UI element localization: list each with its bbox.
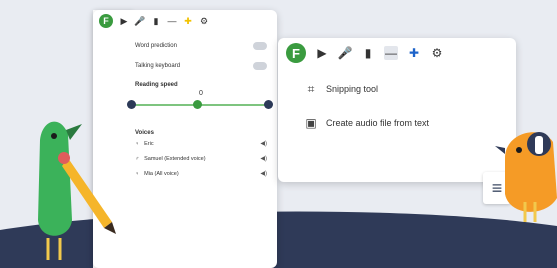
talking-keyboard-row: Talking keyboard xyxy=(131,56,277,76)
voice-label: Mia (All voice) xyxy=(144,170,179,177)
app-logo-icon[interactable]: F xyxy=(99,14,113,28)
speaker-icon[interactable]: ◀) xyxy=(260,140,267,147)
reading-speed-title: Reading speed xyxy=(135,82,178,88)
speaker-icon[interactable]: ◀) xyxy=(260,170,267,177)
speaker-icon[interactable]: ◀) xyxy=(260,155,267,162)
voice-item[interactable]: ♀ Mia (All voice) ◀) xyxy=(131,166,277,181)
voice-icon: ♀ xyxy=(135,140,140,147)
language-flag-icon[interactable]: ✚ xyxy=(407,46,421,60)
orange-bird-illustration xyxy=(495,132,557,222)
microphone-icon[interactable]: 🎤 xyxy=(134,16,145,26)
reading-speed-slider[interactable]: 0 xyxy=(127,90,273,114)
voice-item[interactable]: ♀ Eric ◀) xyxy=(131,136,277,151)
play-icon[interactable]: ▶ xyxy=(119,16,129,26)
create-audio-label: Create audio file from text xyxy=(326,118,430,128)
app-logo-icon[interactable]: F xyxy=(286,43,306,63)
gear-icon[interactable]: ⚙ xyxy=(430,46,444,60)
talking-keyboard-toggle[interactable] xyxy=(253,62,267,70)
voice-label: Samuel (Extended voice) xyxy=(144,155,206,162)
language-flag-icon[interactable]: ✚ xyxy=(183,16,193,26)
panel-toolbar: F ▶ 🎤 ▮ — ✚ ⚙ xyxy=(93,10,277,32)
crop-icon: ⌗ xyxy=(307,81,315,96)
document-icon[interactable]: ▮ xyxy=(361,46,375,60)
reading-speed-value: 0 xyxy=(199,90,203,97)
snipping-tool-label: Snipping tool xyxy=(326,84,379,94)
document-icon[interactable]: ▮ xyxy=(151,16,161,26)
minus-icon[interactable]: — xyxy=(384,46,398,60)
word-prediction-toggle[interactable] xyxy=(253,42,267,50)
slider-max-knob[interactable] xyxy=(264,100,273,109)
slider-handle[interactable] xyxy=(193,100,202,109)
voice-icon: ♂ xyxy=(135,155,140,162)
gear-icon[interactable]: ⚙ xyxy=(199,16,209,26)
snipping-tool-item[interactable]: ⌗ Snipping tool xyxy=(304,82,378,96)
voice-item[interactable]: ♂ Samuel (Extended voice) ◀) xyxy=(131,151,277,166)
word-prediction-row: Word prediction xyxy=(131,36,277,56)
popup-toolbar: F ▶ 🎤 ▮ — ✚ ⚙ xyxy=(278,38,516,68)
settings-list: Word prediction Talking keyboard Reading… xyxy=(127,36,277,181)
word-prediction-label: Word prediction xyxy=(135,43,177,49)
talking-keyboard-label: Talking keyboard xyxy=(135,63,181,69)
toolbar-popup: F ▶ 🎤 ▮ — ✚ ⚙ ⌗ Snipping tool ▣ Create a… xyxy=(278,38,516,182)
green-bird-illustration xyxy=(38,121,116,260)
slider-min-knob[interactable] xyxy=(127,100,136,109)
create-audio-item[interactable]: ▣ Create audio file from text xyxy=(304,116,429,130)
microphone-icon[interactable]: 🎤 xyxy=(338,46,353,60)
play-icon[interactable]: ▶ xyxy=(315,46,329,60)
voice-icon: ♀ xyxy=(135,170,140,177)
voice-label: Eric xyxy=(144,140,154,147)
minus-icon[interactable]: — xyxy=(167,16,177,26)
audio-file-icon: ▣ xyxy=(305,116,317,130)
settings-panel: F ▶ 🎤 ▮ — ✚ ⚙ Word prediction Talking ke… xyxy=(93,10,277,268)
